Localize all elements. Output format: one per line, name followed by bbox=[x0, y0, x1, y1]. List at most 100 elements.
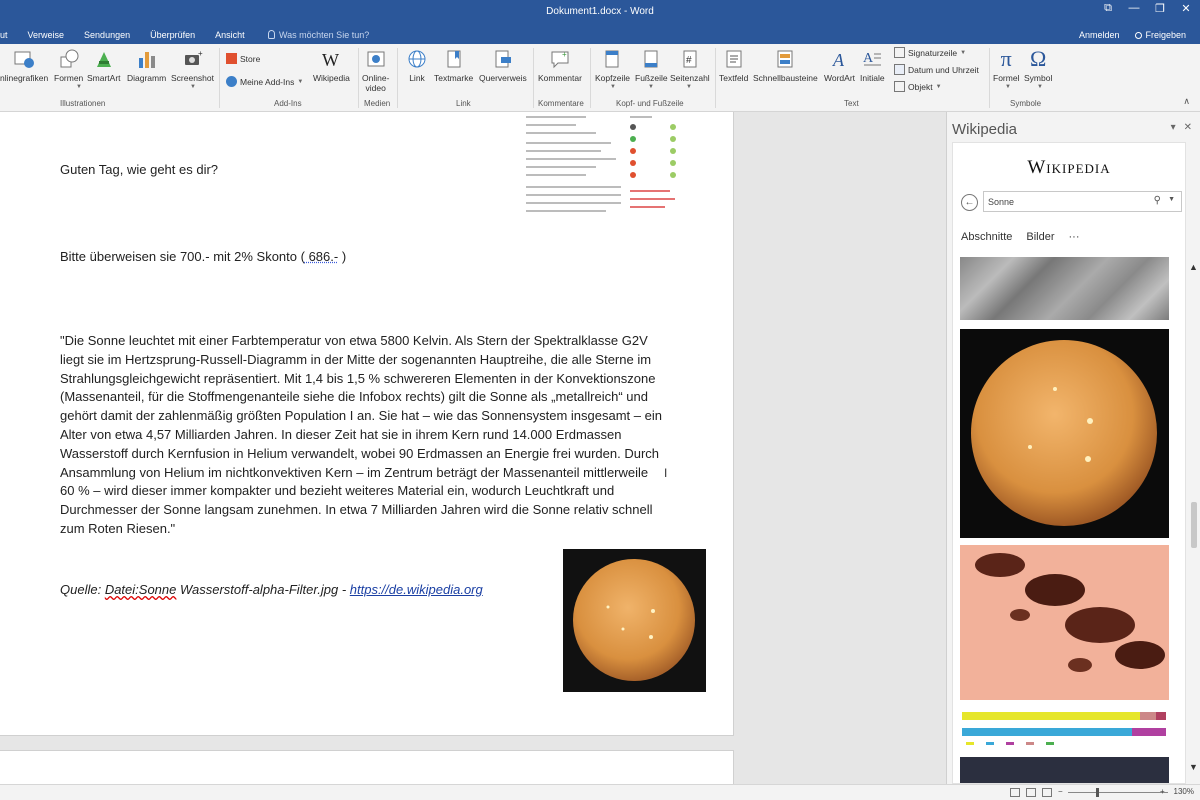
share-button[interactable]: Freigeben bbox=[1135, 27, 1186, 44]
equation-dropdown-icon[interactable]: ▼ bbox=[1005, 84, 1011, 90]
bookmark-label: Textmarke bbox=[434, 73, 474, 83]
zoom-in-icon[interactable]: + bbox=[1160, 787, 1165, 796]
zoom-slider[interactable] bbox=[1068, 792, 1168, 793]
signin-link[interactable]: Anmelden bbox=[1079, 27, 1120, 44]
footer-dropdown-icon[interactable]: ▼ bbox=[648, 84, 654, 90]
online-pictures-icon bbox=[14, 51, 35, 68]
cross-reference-button[interactable]: Querverweis bbox=[479, 48, 527, 83]
text-cursor-icon: I bbox=[664, 466, 668, 480]
zoom-slider-handle[interactable] bbox=[1096, 788, 1099, 797]
online-pictures-button[interactable]: nlinegrafiken bbox=[0, 48, 48, 83]
zoom-out-icon[interactable]: − bbox=[1058, 787, 1063, 796]
web-layout-icon[interactable] bbox=[1042, 788, 1052, 797]
group-separator bbox=[358, 48, 359, 108]
document-page-2[interactable] bbox=[0, 750, 734, 784]
wikipedia-image-spectrum[interactable] bbox=[960, 708, 1169, 753]
scroll-thumb[interactable] bbox=[1191, 502, 1197, 548]
collapse-ribbon-icon[interactable]: ∧ bbox=[1183, 96, 1190, 107]
tab-verweise[interactable]: Verweise bbox=[18, 27, 75, 44]
header-button[interactable]: Kopfzeile bbox=[595, 48, 630, 83]
header-dropdown-icon[interactable]: ▼ bbox=[610, 84, 616, 90]
screenshot-button[interactable]: + Screenshot bbox=[171, 48, 214, 83]
tab-abschnitte[interactable]: Abschnitte bbox=[961, 231, 1012, 243]
pane-controls: ▾ ✕ bbox=[1171, 122, 1192, 133]
svg-text:+: + bbox=[562, 50, 567, 59]
preview-line bbox=[526, 142, 611, 144]
shapes-button[interactable]: Formen bbox=[54, 48, 83, 83]
search-dropdown-icon[interactable]: ▼ bbox=[1168, 196, 1175, 203]
online-video-button[interactable]: Online- video bbox=[362, 48, 389, 93]
scroll-up-icon[interactable]: ▲ bbox=[1189, 262, 1198, 272]
tab-bilder[interactable]: Bilder bbox=[1026, 231, 1054, 243]
signature-line-button[interactable]: Signaturzeile ▼ bbox=[894, 47, 966, 58]
restore-icon[interactable]: ❐ bbox=[1154, 2, 1166, 15]
wikipedia-image-sunspots[interactable] bbox=[960, 545, 1169, 700]
bookmark-button[interactable]: Textmarke bbox=[434, 48, 473, 83]
payment-field-amount[interactable]: 686.- bbox=[305, 249, 339, 264]
sunspots-graphic bbox=[975, 553, 1165, 672]
wikipedia-search-box[interactable]: ⚲ ▼ bbox=[983, 191, 1182, 212]
wordart-button[interactable]: A WordArt bbox=[824, 48, 855, 83]
spectrum-graphic bbox=[962, 712, 1166, 745]
omega-icon: Ω bbox=[1029, 46, 1047, 71]
equation-button[interactable]: π Formel bbox=[993, 48, 1019, 84]
close-icon[interactable]: ✕ bbox=[1180, 2, 1192, 15]
signature-line-label: Signaturzeile bbox=[908, 47, 958, 58]
page-number-dropdown-icon[interactable]: ▼ bbox=[686, 84, 692, 90]
object-button[interactable]: Objekt ▼ bbox=[894, 81, 942, 92]
drop-cap-button[interactable]: A Initiale bbox=[860, 48, 885, 83]
source-link[interactable]: https://de.wikipedia.org bbox=[350, 582, 483, 597]
symbol-button[interactable]: Ω Symbol bbox=[1024, 46, 1052, 84]
comment-label: Kommentar bbox=[538, 73, 582, 83]
shapes-dropdown-icon[interactable]: ▼ bbox=[76, 84, 82, 90]
quick-parts-button[interactable]: Schnellbausteine bbox=[753, 48, 818, 83]
more-options-icon[interactable]: ··· bbox=[1069, 231, 1080, 243]
comment-icon: + bbox=[551, 50, 569, 69]
pane-options-icon[interactable]: ▾ bbox=[1171, 122, 1176, 133]
date-time-button[interactable]: Datum und Uhrzeit bbox=[894, 64, 979, 75]
embedded-page-preview[interactable] bbox=[520, 112, 685, 220]
window-title: Dokument1.docx - Word bbox=[546, 6, 654, 17]
inserted-sun-image[interactable] bbox=[563, 549, 706, 692]
my-addins-button[interactable]: Meine Add-Ins ▼ bbox=[226, 76, 303, 87]
link-button[interactable]: Link bbox=[406, 48, 428, 83]
chart-button[interactable]: Diagramm bbox=[127, 48, 166, 83]
footer-button[interactable]: Fußzeile bbox=[635, 48, 668, 83]
symbol-dropdown-icon[interactable]: ▼ bbox=[1037, 84, 1043, 90]
read-mode-icon[interactable] bbox=[1010, 788, 1020, 797]
textbox-button[interactable]: Textfeld bbox=[719, 48, 748, 83]
tab-truncated[interactable]: ut bbox=[0, 27, 18, 44]
object-dropdown-icon: ▼ bbox=[935, 83, 942, 90]
new-comment-button[interactable]: + Kommentar bbox=[538, 48, 582, 83]
wikipedia-search-input[interactable] bbox=[984, 192, 1134, 212]
screenshot-dropdown-icon[interactable]: ▼ bbox=[190, 84, 196, 90]
page-number-button[interactable]: # Seitenzahl bbox=[670, 48, 710, 83]
group-label-addins: Add-Ins bbox=[274, 99, 302, 108]
preview-check-icon bbox=[670, 136, 676, 142]
document-page[interactable]: Guten Tag, wie geht es dir? Bitte überwe… bbox=[0, 112, 734, 736]
smartart-button[interactable]: SmartArt bbox=[87, 48, 121, 83]
wikipedia-button[interactable]: W Wikipedia bbox=[313, 48, 350, 83]
pane-scrollbar[interactable]: ▲ ▼ bbox=[1188, 262, 1200, 782]
sun-image-graphic bbox=[573, 559, 695, 681]
preview-thumb-icon bbox=[630, 148, 636, 154]
wikipedia-image-scale[interactable] bbox=[960, 757, 1169, 783]
print-layout-icon[interactable] bbox=[1026, 788, 1036, 797]
lightbulb-icon bbox=[268, 30, 275, 39]
tab-ueberpruefen[interactable]: Überprüfen bbox=[140, 27, 205, 44]
scroll-down-icon[interactable]: ▼ bbox=[1189, 762, 1198, 772]
tell-me-search[interactable]: Was möchten Sie tun? bbox=[268, 27, 369, 44]
wikipedia-image-sun[interactable] bbox=[960, 329, 1169, 538]
minimize-icon[interactable]: — bbox=[1128, 2, 1140, 15]
search-icon[interactable]: ⚲ bbox=[1154, 195, 1161, 206]
store-button[interactable]: Store bbox=[226, 53, 260, 64]
wikipedia-image-granulation[interactable] bbox=[960, 257, 1169, 320]
ribbon-display-options-icon[interactable]: ⧉ bbox=[1102, 2, 1114, 15]
wordart-icon: A bbox=[832, 50, 845, 70]
zoom-level[interactable]: 130% bbox=[1174, 787, 1194, 796]
back-arrow-icon[interactable]: ← bbox=[961, 194, 978, 211]
preview-line bbox=[526, 194, 621, 196]
tab-ansicht[interactable]: Ansicht bbox=[205, 27, 255, 44]
tab-sendungen[interactable]: Sendungen bbox=[74, 27, 140, 44]
pane-close-icon[interactable]: ✕ bbox=[1184, 122, 1192, 133]
